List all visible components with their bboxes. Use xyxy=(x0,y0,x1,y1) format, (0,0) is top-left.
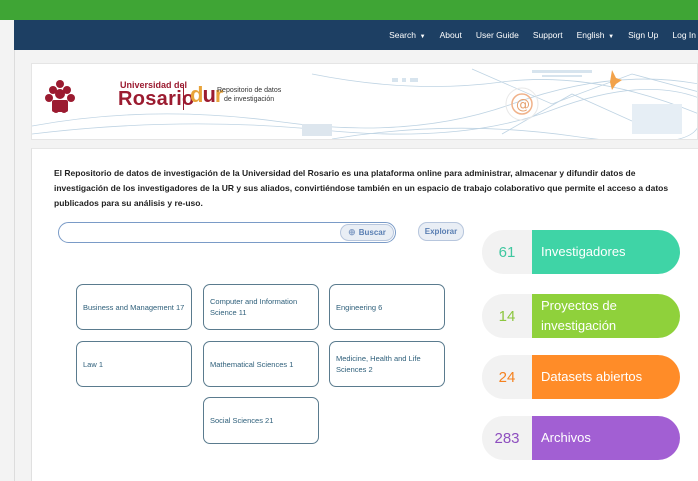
logo-divider xyxy=(183,84,184,110)
stat-count: 24 xyxy=(482,355,532,399)
stat-datasets[interactable]: 24 Datasets abiertos xyxy=(482,355,680,399)
nav-links: Search ▼ About User Guide Support Englis… xyxy=(389,20,698,50)
subject-engineering[interactable]: Engineering 6 xyxy=(329,284,445,330)
nav-sign-up-link[interactable]: Sign Up xyxy=(628,30,658,40)
subject-computer-and-information-science[interactable]: Computer and Information Science 11 xyxy=(203,284,319,330)
subject-business-and-management[interactable]: Business and Management 17 xyxy=(76,284,192,330)
stat-count: 283 xyxy=(482,416,532,460)
nav-language-label: English xyxy=(576,30,605,40)
search-icon: ⊕ xyxy=(348,227,356,237)
repository-logo: dur xyxy=(190,82,224,108)
subject-mathematical-sciences[interactable]: Mathematical Sciences 1 xyxy=(203,341,319,387)
caret-down-icon: ▼ xyxy=(418,34,426,40)
stat-archivos[interactable]: 283 Archivos xyxy=(482,416,680,460)
stat-count: 61 xyxy=(482,230,532,274)
stat-label: Archivos xyxy=(532,416,680,460)
stat-label: Investigadores xyxy=(532,230,680,274)
top-navbar: Search ▼ About User Guide Support Englis… xyxy=(14,20,698,50)
caret-down-icon: ▼ xyxy=(606,34,615,40)
top-accent-strip xyxy=(0,0,698,20)
logo-letter-d: d xyxy=(190,82,203,107)
stat-label: Proyectos de investigación xyxy=(532,294,680,338)
subject-social-sciences[interactable]: Social Sciences 21 xyxy=(203,397,319,444)
search-button[interactable]: ⊕ Buscar xyxy=(340,224,394,241)
nav-about-link[interactable]: About xyxy=(440,30,462,40)
nav-search-dropdown[interactable]: Search ▼ xyxy=(389,30,426,40)
nav-user-guide-link[interactable]: User Guide xyxy=(476,30,519,40)
explore-button[interactable]: Explorar xyxy=(418,222,464,241)
header-banner: @ Universidad del Rosario dur Repositori… xyxy=(31,63,698,140)
nav-search-label: Search xyxy=(389,30,416,40)
search-button-label: Buscar xyxy=(358,228,386,237)
subject-law[interactable]: Law 1 xyxy=(76,341,192,387)
stat-proyectos[interactable]: 14 Proyectos de investigación xyxy=(482,294,680,338)
logo-letter-r: r xyxy=(214,82,224,107)
subject-medicine-health-life-sciences[interactable]: Medicine, Health and Life Sciences 2 xyxy=(329,341,445,387)
nav-support-link[interactable]: Support xyxy=(533,30,563,40)
nav-language-dropdown[interactable]: English ▼ xyxy=(577,30,615,40)
stat-investigadores[interactable]: 61 Investigadores xyxy=(482,230,680,274)
repository-name-line1: Repositorio de datos xyxy=(217,87,282,94)
stat-label: Datasets abiertos xyxy=(532,355,680,399)
stat-count: 14 xyxy=(482,294,532,338)
nav-log-in-link[interactable]: Log In xyxy=(672,30,696,40)
repository-name-line2: de investigación xyxy=(224,96,275,103)
svg-text:@: @ xyxy=(516,97,530,113)
logo-letter-u: u xyxy=(202,82,215,107)
intro-text: El Repositorio de datos de investigación… xyxy=(54,168,669,208)
